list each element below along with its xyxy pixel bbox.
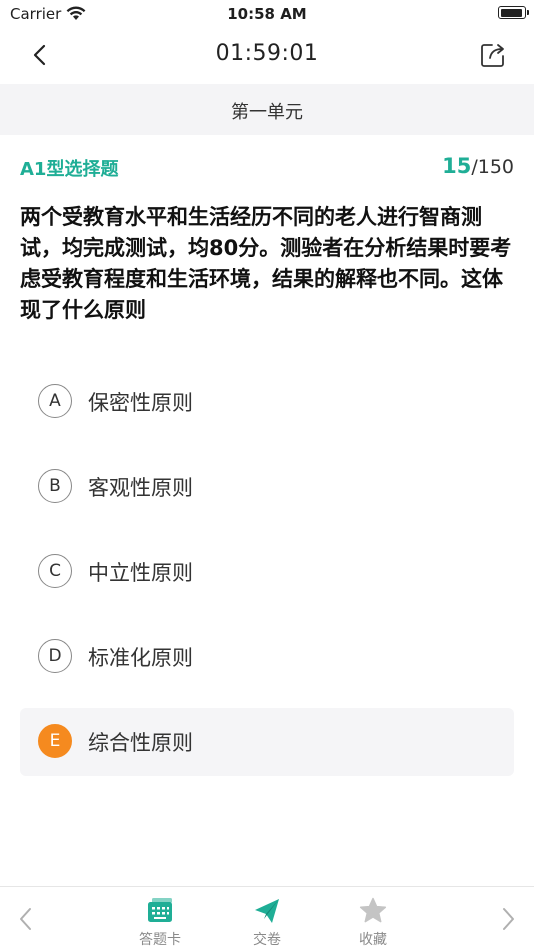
option-e[interactable]: E 综合性原则 (20, 708, 514, 776)
answer-card-label: 答题卡 (139, 932, 181, 948)
previous-question-icon[interactable] (16, 905, 36, 933)
star-icon (338, 897, 408, 925)
option-d[interactable]: D 标准化原则 (20, 623, 514, 691)
favorite-label: 收藏 (359, 932, 387, 948)
battery-icon (498, 6, 529, 19)
question-text: 两个受教育水平和生活经历不同的老人进行智商测试，均完成测试，均80分。测验者在分… (20, 205, 512, 322)
option-label: 客观性原则 (88, 476, 193, 500)
section-header: 第一单元 (0, 84, 534, 135)
exam-timer: 01:59:01 (215, 41, 319, 66)
option-b[interactable]: B 客观性原则 (20, 453, 514, 521)
answer-card-icon (125, 897, 195, 925)
question-counter: 15/150 (442, 154, 514, 178)
favorite-tab[interactable]: 收藏 (338, 897, 408, 949)
option-label: 综合性原则 (88, 731, 193, 755)
next-question-icon[interactable] (498, 905, 518, 933)
option-letter: C (38, 554, 72, 588)
option-letter: E (38, 724, 72, 758)
submit-label: 交卷 (253, 932, 281, 948)
share-icon[interactable] (478, 40, 508, 70)
clock: 10:58 AM (227, 5, 307, 23)
option-label: 标准化原则 (88, 646, 193, 670)
bottom-toolbar: 答题卡 交卷 收藏 (0, 886, 534, 951)
question-total: /150 (471, 156, 514, 178)
option-letter: B (38, 469, 72, 503)
option-letter: A (38, 384, 72, 418)
option-c[interactable]: C 中立性原则 (20, 538, 514, 606)
option-label: 中立性原则 (88, 561, 193, 585)
option-label: 保密性原则 (88, 391, 193, 415)
status-bar: Carrier 10:58 AM (0, 0, 534, 28)
submit-tab[interactable]: 交卷 (232, 897, 302, 949)
paper-plane-icon (232, 897, 302, 925)
question-type: A1型选择题 (20, 159, 119, 180)
question-current: 15 (442, 154, 472, 178)
nav-bar: 01:59:01 (0, 28, 534, 82)
option-letter: D (38, 639, 72, 673)
section-title: 第一单元 (231, 102, 303, 123)
answer-card-tab[interactable]: 答题卡 (125, 897, 195, 949)
option-a[interactable]: A 保密性原则 (20, 368, 514, 436)
